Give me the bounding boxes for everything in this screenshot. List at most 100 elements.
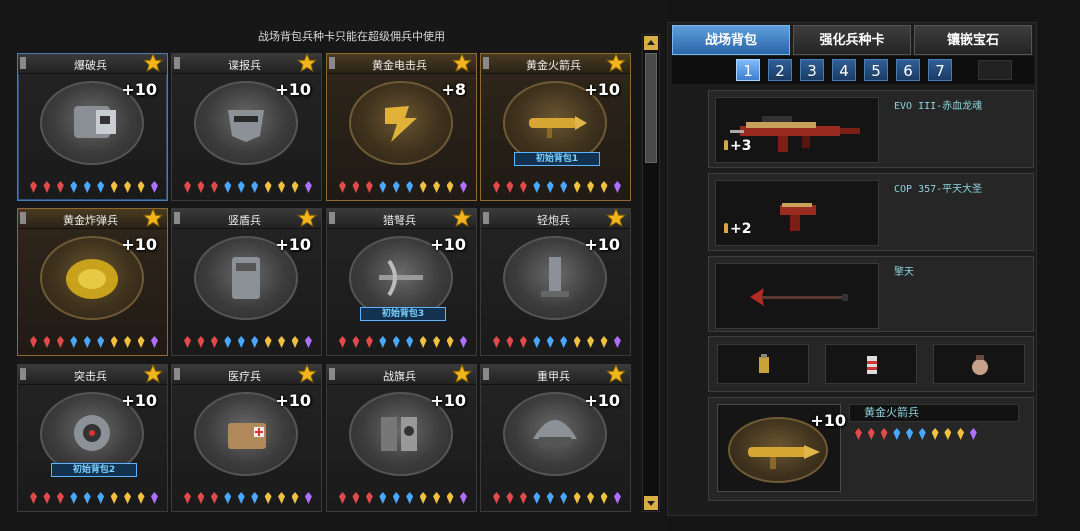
- gem-icon: [110, 336, 118, 348]
- gem-icon: [110, 181, 118, 193]
- gem-icon: [880, 428, 888, 440]
- card-level: +8: [441, 80, 466, 99]
- gem-icon: [446, 492, 454, 504]
- gem-icon: [918, 428, 926, 440]
- scroll-thumb[interactable]: [645, 53, 657, 163]
- scroll-down-button[interactable]: [644, 496, 658, 510]
- class-card[interactable]: 突击兵 +10 初始背包2: [17, 363, 168, 512]
- rocket-launcher-icon: [748, 445, 820, 469]
- card-level: +10: [121, 235, 157, 254]
- flashbang-slot[interactable]: [933, 344, 1025, 384]
- gem-icon: [433, 492, 441, 504]
- secondary-weapon-slot[interactable]: +2 COP 357-平天大圣: [708, 173, 1034, 251]
- gem-icon: [587, 181, 595, 193]
- gem-icon: [957, 428, 965, 440]
- tab-battle-backpack[interactable]: 战场背包: [672, 25, 790, 55]
- gem-icon: [365, 492, 373, 504]
- gem-icon: [70, 181, 78, 193]
- card-tab-marker: [174, 212, 180, 224]
- card-gems: [339, 336, 467, 348]
- gem-icon: [197, 336, 205, 348]
- page-button[interactable]: 1: [736, 59, 760, 81]
- gem-icon: [352, 181, 360, 193]
- gem-icon: [392, 492, 400, 504]
- gem-icon: [264, 492, 272, 504]
- gem-icon: [365, 336, 373, 348]
- star-icon: [451, 52, 473, 73]
- tab-enhance-card[interactable]: 强化兵种卡: [793, 25, 911, 55]
- page-button[interactable]: 3: [800, 59, 824, 81]
- smoke-grenade-slot[interactable]: [825, 344, 917, 384]
- melee-weapon-frame: [715, 263, 879, 329]
- bullet-icon: [724, 140, 728, 150]
- gem-icon: [224, 336, 232, 348]
- gem-icon: [339, 336, 346, 348]
- card-tab-marker: [329, 57, 335, 69]
- gem-icon: [56, 181, 64, 193]
- gem-icon: [459, 181, 467, 193]
- tab-inlay-gem[interactable]: 镶嵌宝石: [914, 25, 1032, 55]
- medkit-icon: [228, 423, 266, 449]
- class-card[interactable]: 爆破兵 +10: [17, 52, 168, 201]
- class-card[interactable]: 轻炮兵 +10: [480, 207, 631, 356]
- gem-icon: [533, 492, 541, 504]
- class-card[interactable]: 战旗兵 +10: [326, 363, 477, 512]
- primary-weapon-slot[interactable]: +3 EVO III-赤血龙魂: [708, 90, 1034, 168]
- mortar-icon: [541, 257, 569, 297]
- class-card[interactable]: 重甲兵 +10: [480, 363, 631, 512]
- pager-scroll-control[interactable]: [978, 60, 1012, 80]
- gem-icon: [519, 336, 527, 348]
- class-card[interactable]: 黄金火箭兵 +10 初始背包1: [480, 52, 631, 201]
- card-level: +10: [430, 235, 466, 254]
- gem-icon: [931, 428, 939, 440]
- grenade-slot[interactable]: [717, 344, 809, 384]
- page-button[interactable]: 2: [768, 59, 792, 81]
- gem-icon: [210, 181, 218, 193]
- star-icon: [451, 363, 473, 384]
- gem-icon: [278, 336, 286, 348]
- gem-icon: [264, 181, 272, 193]
- card-scrollbar[interactable]: [642, 34, 660, 512]
- page-button[interactable]: 5: [864, 59, 888, 81]
- page-button[interactable]: 7: [928, 59, 952, 81]
- class-card[interactable]: 医疗兵 +10: [171, 363, 322, 512]
- class-card[interactable]: 黄金电击兵 +8: [326, 52, 477, 201]
- gem-icon: [519, 181, 527, 193]
- active-class-card-slot[interactable]: +10 黄金火箭兵: [708, 397, 1034, 501]
- gem-icon: [855, 428, 862, 440]
- gem-icon: [419, 181, 427, 193]
- gem-icon: [533, 336, 541, 348]
- card-gems: [30, 181, 158, 193]
- card-level: +10: [275, 235, 311, 254]
- class-card[interactable]: 猎弩兵 +10 初始背包3: [326, 207, 477, 356]
- gem-icon: [56, 492, 64, 504]
- gem-icon: [137, 181, 145, 193]
- scroll-up-button[interactable]: [644, 36, 658, 50]
- class-card-panel: 战场背包兵种卡只能在超级佣兵中使用 爆破兵 +10 谍报兵 +10 黄金电击兵 +8 黄金火…: [0, 0, 665, 531]
- crossbow-icon: [379, 259, 423, 297]
- gem-icon: [613, 492, 621, 504]
- melee-weapon-slot[interactable]: 擎天: [708, 256, 1034, 332]
- gem-icon: [56, 336, 64, 348]
- gem-icon: [97, 492, 105, 504]
- card-level: +10: [584, 391, 620, 410]
- star-icon: [296, 207, 318, 228]
- bomb-icon: [66, 259, 118, 299]
- primary-ammo-count: +3: [730, 138, 752, 154]
- gem-icon: [237, 336, 245, 348]
- class-card[interactable]: 黄金炸弹兵 +10: [17, 207, 168, 356]
- gem-icon: [352, 492, 360, 504]
- active-class-card-level: +10: [810, 411, 846, 430]
- page-button[interactable]: 6: [896, 59, 920, 81]
- card-tab-marker: [20, 212, 26, 224]
- class-card[interactable]: 竖盾兵 +10: [171, 207, 322, 356]
- card-name: 猎弩兵: [383, 214, 416, 227]
- gem-icon: [446, 181, 454, 193]
- class-card[interactable]: 谍报兵 +10: [171, 52, 322, 201]
- gem-icon: [406, 336, 414, 348]
- page-button[interactable]: 4: [832, 59, 856, 81]
- gem-icon: [150, 336, 158, 348]
- gem-icon: [969, 428, 977, 440]
- gem-icon: [519, 492, 527, 504]
- secondary-weapon-frame: +2: [715, 180, 879, 246]
